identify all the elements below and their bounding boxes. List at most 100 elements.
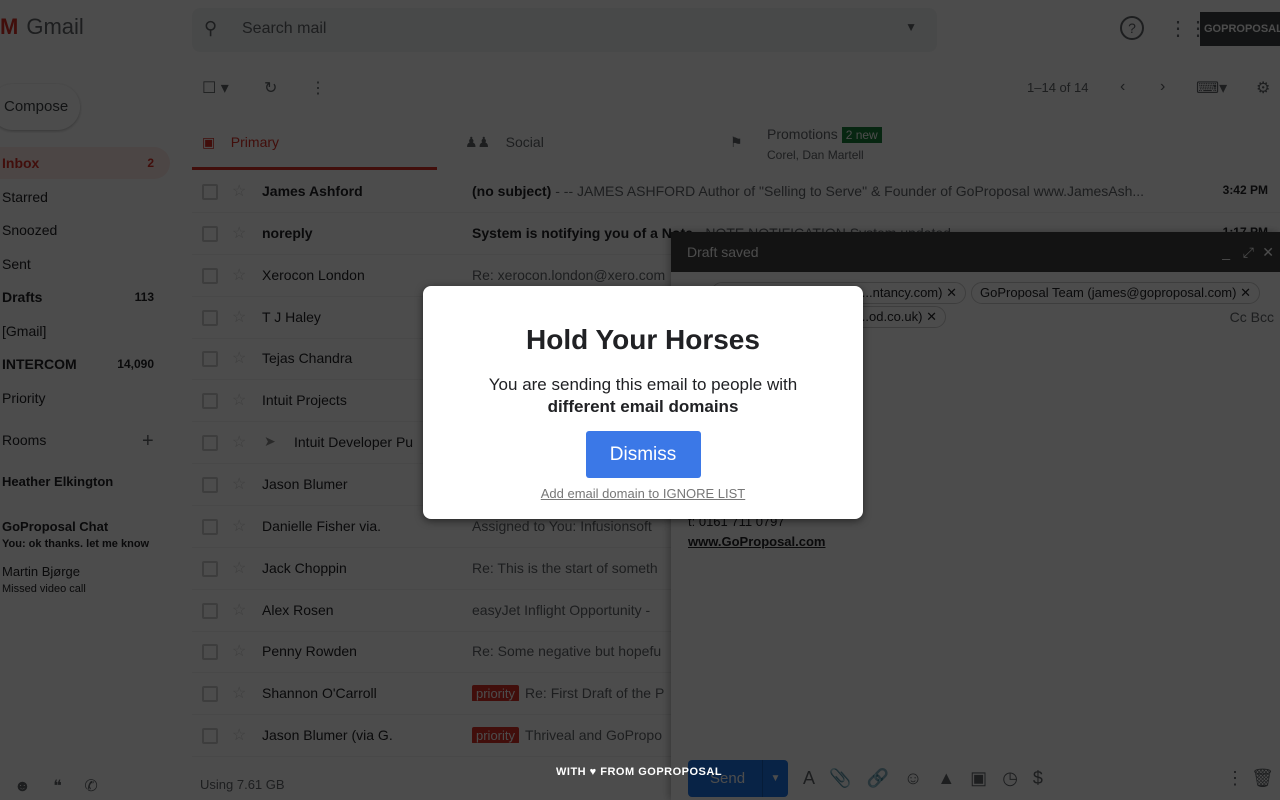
- row-checkbox[interactable]: [202, 393, 218, 410]
- sidebar-item-sent[interactable]: Sent: [0, 248, 170, 280]
- star-icon[interactable]: ☆: [232, 474, 246, 494]
- sidebar-item-count: 14,090: [117, 357, 154, 371]
- sidebar-item-starred[interactable]: Starred: [0, 181, 170, 213]
- star-icon[interactable]: ☆: [232, 181, 246, 201]
- email-time: 3:42 PM: [1222, 183, 1268, 197]
- row-checkbox[interactable]: [202, 267, 218, 284]
- settings-gear-icon[interactable]: ⚙: [1256, 78, 1270, 98]
- signature-website[interactable]: www.GoProposal.com: [688, 534, 825, 549]
- tab-promotions[interactable]: ⚑ Promotions 2 new Corel, Dan Martell: [730, 120, 1030, 170]
- star-icon[interactable]: ☆: [232, 600, 246, 620]
- priority-label: priority: [472, 685, 520, 702]
- sidebar-item-label: INTERCOM: [2, 356, 77, 372]
- more-icon[interactable]: ⋮: [310, 78, 326, 98]
- compose-button[interactable]: Compose: [0, 84, 80, 130]
- sidebar-item-inbox[interactable]: Inbox 2: [0, 147, 170, 179]
- star-icon[interactable]: ☆: [232, 307, 246, 327]
- attach-icon[interactable]: 📎: [829, 768, 851, 788]
- add-room-icon[interactable]: +: [142, 430, 154, 453]
- sidebar-item-priority[interactable]: Priority: [0, 382, 170, 414]
- tab-primary[interactable]: ▣ Primary: [192, 120, 437, 170]
- more-options-icon[interactable]: ⋮: [1226, 768, 1244, 789]
- cc-bcc-link[interactable]: Cc Bcc: [1230, 309, 1274, 325]
- star-icon[interactable]: ☆: [232, 348, 246, 368]
- phone-icon[interactable]: ✆: [84, 778, 97, 795]
- star-icon[interactable]: ☆: [232, 223, 246, 243]
- row-checkbox[interactable]: [202, 476, 218, 493]
- hangouts-icon[interactable]: ❝: [53, 778, 62, 795]
- dollar-icon[interactable]: $: [1033, 768, 1043, 788]
- star-icon[interactable]: ☆: [232, 265, 246, 285]
- star-icon[interactable]: ☆: [232, 390, 246, 410]
- row-checkbox[interactable]: [202, 644, 218, 661]
- input-tools-icon[interactable]: ⌨▾: [1196, 78, 1227, 98]
- goproposal-credit: WITH ♥ FROM GOPROPOSAL: [556, 766, 723, 778]
- drive-icon[interactable]: ▲: [937, 768, 955, 788]
- account-avatar[interactable]: GOPROPOSAL: [1200, 12, 1280, 46]
- row-checkbox[interactable]: [202, 309, 218, 326]
- star-icon[interactable]: ☆: [232, 725, 246, 745]
- chat-name: Martin Bjørge: [2, 564, 81, 579]
- row-checkbox[interactable]: [202, 351, 218, 368]
- schedule-send-dropdown[interactable]: ▼: [762, 760, 788, 797]
- minimize-icon[interactable]: _: [1222, 232, 1230, 272]
- ignore-list-link[interactable]: Add email domain to IGNORE LIST: [423, 486, 863, 501]
- tab-label: Social: [505, 134, 544, 150]
- tab-social[interactable]: ♟♟ Social: [465, 120, 715, 170]
- star-icon[interactable]: ☆: [232, 432, 246, 452]
- email-sender: noreply: [262, 224, 313, 241]
- email-sender: Jason Blumer (via G.: [262, 727, 393, 744]
- link-icon[interactable]: 🔗: [866, 768, 888, 788]
- row-checkbox[interactable]: [202, 184, 218, 200]
- sidebar-item-drafts[interactable]: Drafts 113: [0, 281, 170, 313]
- new-badge: 2 new: [841, 127, 882, 143]
- close-icon[interactable]: ✕: [1262, 232, 1274, 272]
- confidential-icon[interactable]: ◷: [1002, 768, 1018, 788]
- recipient-chip[interactable]: GoProposal Team (james@goproposal.com) ✕: [971, 282, 1260, 304]
- goproposal-logo: GOPROPOSAL: [638, 766, 723, 778]
- important-marker-icon[interactable]: ➤: [264, 433, 276, 450]
- chat-contact[interactable]: Heather Elkington: [2, 474, 113, 493]
- emoji-icon[interactable]: ☺: [904, 768, 922, 788]
- dismiss-button[interactable]: Dismiss: [585, 431, 701, 478]
- refresh-icon[interactable]: ↻: [264, 78, 277, 98]
- row-checkbox[interactable]: [202, 518, 218, 535]
- row-checkbox[interactable]: [202, 686, 218, 703]
- search-input[interactable]: ⚲ Search mail ▼: [192, 8, 937, 52]
- sidebar-item-count: 113: [134, 290, 154, 304]
- row-checkbox[interactable]: [202, 225, 218, 242]
- email-subject: (no subject) - -- JAMES ASHFORD Author o…: [472, 183, 1145, 199]
- row-checkbox[interactable]: [202, 728, 218, 745]
- hold-your-horses-modal: Hold Your Horses You are sending this em…: [423, 286, 863, 519]
- photo-icon[interactable]: ▣: [970, 768, 987, 788]
- fullscreen-icon[interactable]: ⤢: [1243, 232, 1254, 272]
- sidebar-item-gmail[interactable]: [Gmail]: [0, 315, 170, 347]
- select-all-checkbox[interactable]: ☐ ▾: [202, 78, 229, 98]
- email-sender: Xerocon London: [262, 266, 365, 283]
- search-icon[interactable]: ⚲: [204, 18, 217, 39]
- prev-page-icon[interactable]: ‹: [1120, 78, 1125, 96]
- formatting-icon[interactable]: A: [803, 768, 814, 788]
- gmail-logo[interactable]: M Gmail: [0, 14, 84, 40]
- row-checkbox[interactable]: [202, 560, 218, 577]
- compose-title: Draft saved: [687, 244, 759, 260]
- row-checkbox[interactable]: [202, 435, 218, 452]
- row-checkbox[interactable]: [202, 602, 218, 619]
- contacts-icon[interactable]: ☻: [14, 778, 31, 795]
- star-icon[interactable]: ☆: [232, 558, 246, 578]
- chat-contact[interactable]: GoProposal Chat You: ok thanks. let me kn…: [2, 519, 149, 550]
- help-icon[interactable]: ?: [1120, 16, 1144, 40]
- discard-draft-icon[interactable]: 🗑: [1251, 768, 1274, 789]
- star-icon[interactable]: ☆: [232, 516, 246, 536]
- next-page-icon[interactable]: ›: [1160, 78, 1165, 96]
- sidebar-item-intercom[interactable]: INTERCOM 14,090: [0, 348, 170, 380]
- chat-contact[interactable]: Martin Bjørge Missed video call: [2, 564, 86, 595]
- star-icon[interactable]: ☆: [232, 683, 246, 703]
- app-name: Gmail: [26, 14, 84, 39]
- star-icon[interactable]: ☆: [232, 641, 246, 661]
- sidebar-item-label: Priority: [2, 389, 46, 406]
- search-options-icon[interactable]: ▼: [905, 20, 917, 34]
- email-row[interactable]: ☆ James Ashford (no subject) - -- JAMES AS…: [192, 171, 1280, 213]
- sidebar-item-snoozed[interactable]: Snoozed: [0, 214, 170, 246]
- email-sender: Jack Choppin: [262, 559, 347, 576]
